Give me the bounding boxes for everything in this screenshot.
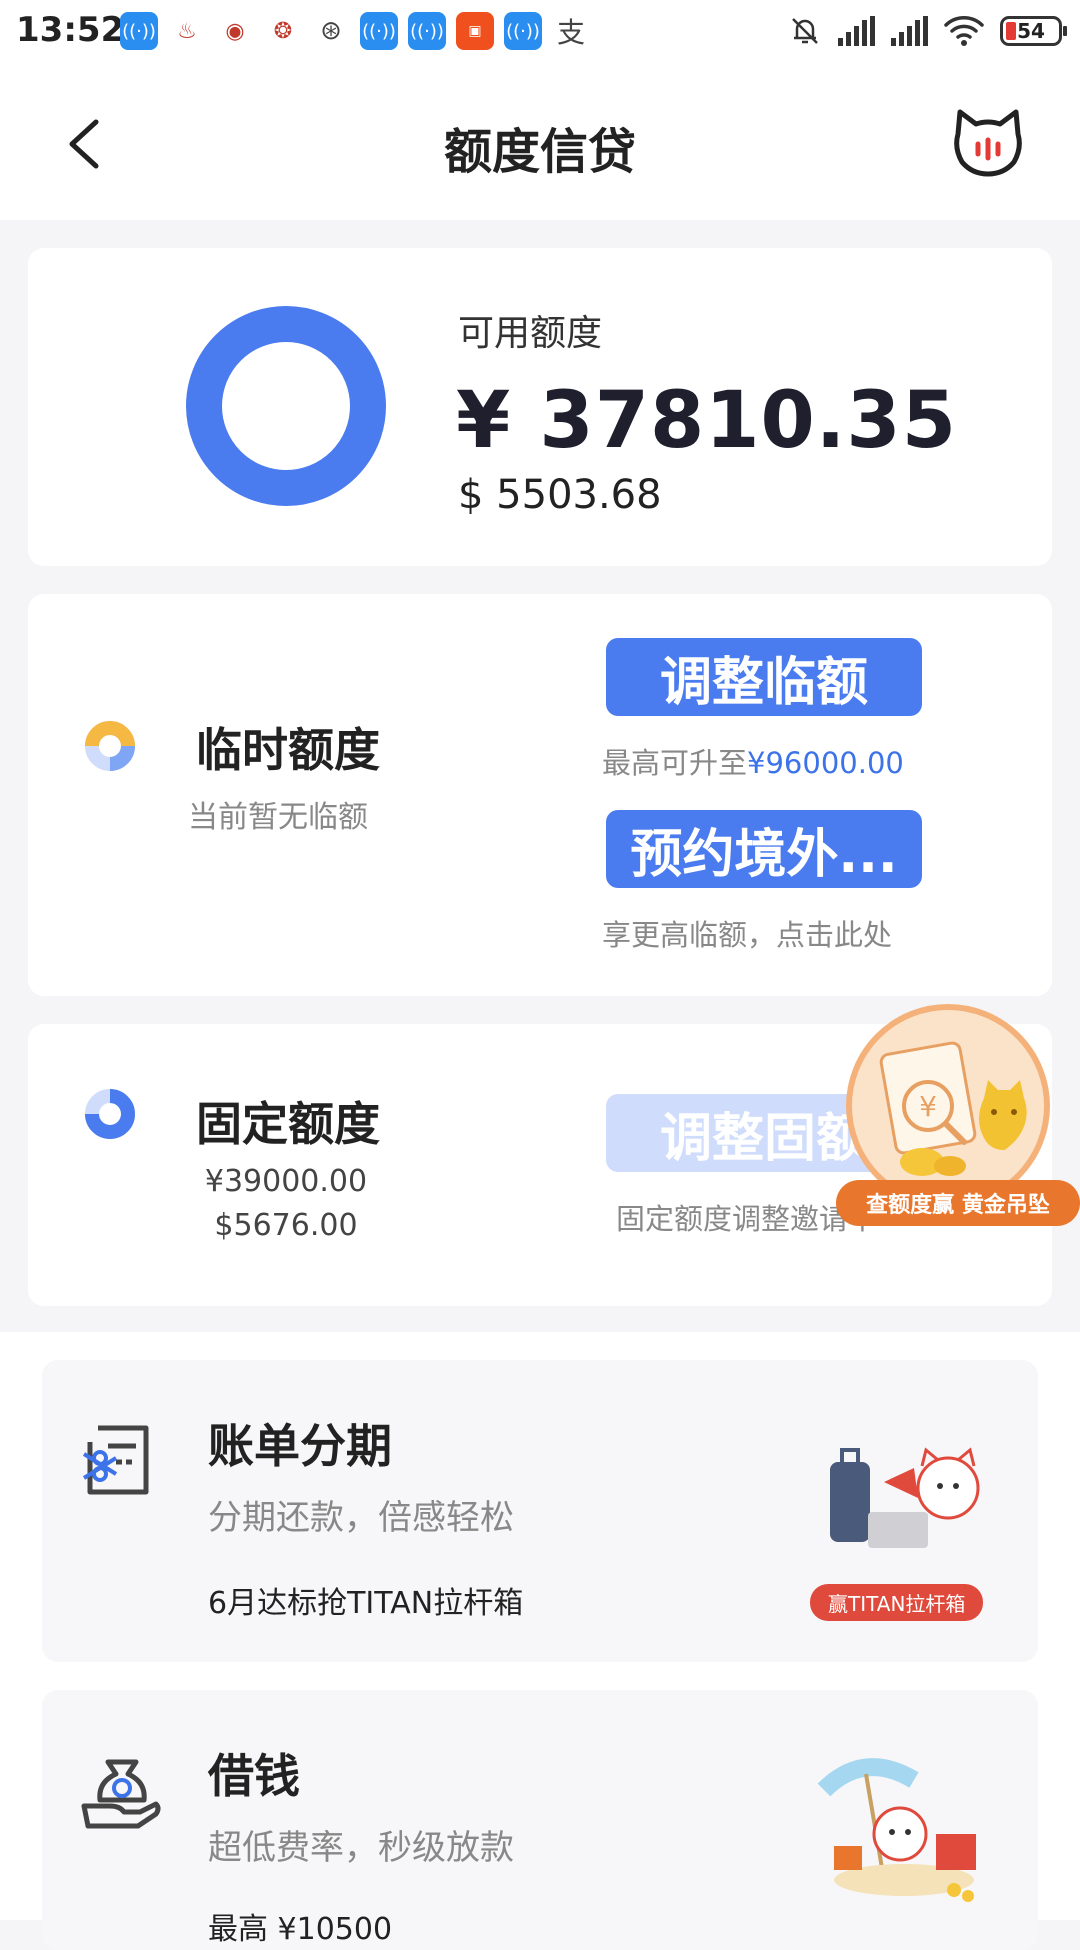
gold-pendant-icon: ¥ — [879, 1041, 1027, 1176]
notification-icons: ((·)) ♨ ◉ ❂ ⊛ ((·)) ((·)) ▣ ((·)) 支 — [120, 12, 590, 50]
alipay-icon: 支 — [552, 12, 590, 50]
temporary-credit-ring-icon — [85, 721, 135, 771]
mute-bell-icon — [792, 18, 818, 44]
installment-promo-note: 6月达标抢TITAN拉杆箱 — [208, 1586, 524, 1621]
svg-text:¥: ¥ — [919, 1090, 937, 1123]
max-amount: ¥96000.00 — [747, 746, 904, 780]
app-header: 额度信贷 — [0, 68, 1080, 220]
signal-icon — [838, 16, 875, 46]
overseas-booking-button[interactable]: 预约境外... — [606, 810, 922, 888]
customer-service-cat-icon[interactable] — [948, 104, 1028, 184]
promo-banner[interactable]: 查额度赢 黄金吊坠 — [836, 1180, 1080, 1226]
available-credit-cny: ¥ 37810.35 — [456, 376, 957, 466]
status-time: 13:52 — [16, 10, 125, 50]
system-icons: 54 — [788, 14, 1067, 48]
app-icon: ♨ — [168, 12, 206, 50]
temporary-credit-title: 临时额度 — [196, 723, 380, 777]
available-credit-usd: $ 5503.68 — [458, 472, 662, 518]
floating-promo-widget[interactable]: ¥ 查额度赢 黄金吊坠 — [836, 1004, 1080, 1236]
fixed-credit-title: 固定额度 — [196, 1097, 380, 1151]
beach-cat-illustration — [817, 1758, 976, 1902]
wifi-app-icon: ((·)) — [120, 12, 158, 50]
borrow-subtitle: 超低费率，秒级放款 — [208, 1828, 514, 1868]
installment-feature-card[interactable]: 账单分期 分期还款，倍感轻松 6月达标抢TITAN拉杆箱 赢TITAN拉杆箱 — [42, 1360, 1038, 1662]
money-bag-hand-icon — [81, 1759, 161, 1829]
battery-icon: 54 — [1000, 16, 1067, 46]
wifi-app-icon: ((·)) — [504, 12, 542, 50]
bill-installment-icon — [82, 1425, 149, 1495]
app-icon: ▣ — [456, 12, 494, 50]
app-icon: ⊛ — [312, 12, 350, 50]
status-bar: 13:52 ((·)) ♨ ◉ ❂ ⊛ ((·)) ((·)) ▣ ((·)) … — [0, 0, 1080, 68]
overseas-booking-hint[interactable]: 享更高临额，点击此处 — [602, 912, 892, 954]
wifi-icon — [944, 16, 984, 46]
installment-title: 账单分期 — [208, 1419, 392, 1473]
luggage-illustration — [830, 1447, 980, 1548]
fixed-credit-cny: ¥39000.00 — [204, 1164, 368, 1199]
available-credit-ring — [186, 306, 386, 506]
app-icon: ◉ — [216, 12, 254, 50]
wifi-app-icon: ((·)) — [408, 12, 446, 50]
available-credit-label: 可用额度 — [458, 313, 603, 354]
page-title: 额度信贷 — [443, 124, 636, 180]
wifi-app-icon: ((·)) — [360, 12, 398, 50]
borrow-max-amount: 最高 ¥10500 — [208, 1912, 393, 1947]
fixed-credit-usd: $5676.00 — [214, 1208, 358, 1243]
fixed-credit-ring-icon — [85, 1089, 135, 1139]
hint-prefix: 最高可升至 — [602, 746, 748, 780]
battery-level: 54 — [1017, 19, 1045, 43]
borrow-title: 借钱 — [208, 1749, 300, 1803]
adjust-temporary-button[interactable]: 调整临额 — [606, 638, 922, 716]
available-credit-card: 可用额度 ¥ 37810.35 $ 5503.68 — [28, 248, 1052, 566]
installment-art-tag: 赢TITAN拉杆箱 — [810, 1584, 984, 1621]
temporary-credit-subtitle: 当前暂无临额 — [188, 800, 368, 835]
signal-icon — [891, 16, 928, 46]
adjust-temporary-hint: 最高可升至¥96000.00 — [602, 740, 904, 782]
borrow-feature-card[interactable]: 借钱 超低费率，秒级放款 最高 ¥10500 — [42, 1690, 1038, 1950]
temporary-credit-card: 临时额度 当前暂无临额 调整临额 最高可升至¥96000.00 预约境外... … — [28, 594, 1052, 996]
app-icon: ❂ — [264, 12, 302, 50]
installment-subtitle: 分期还款，倍感轻松 — [208, 1498, 514, 1538]
